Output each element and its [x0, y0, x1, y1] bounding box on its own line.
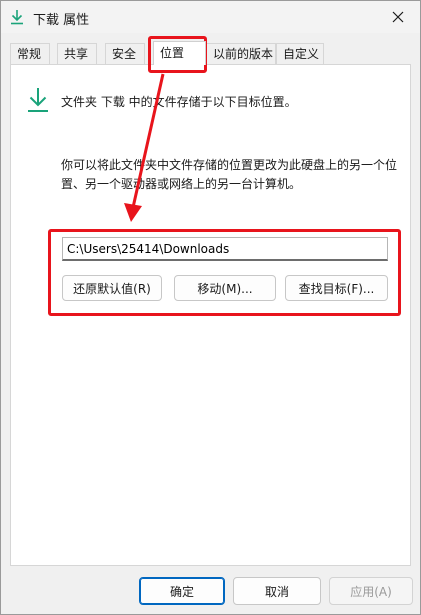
close-button[interactable] — [376, 1, 420, 33]
tab-previous-versions[interactable]: 以前的版本 — [206, 43, 276, 64]
properties-window: 下载 属性 常规 共享 安全 位置 以前的版本 自定义 文件夹 下载 中的文件存… — [0, 0, 421, 615]
apply-button[interactable]: 应用(A) — [329, 577, 413, 605]
location-panel: 文件夹 下载 中的文件存储于以下目标位置。 你可以将此文件夹中文件存储的位置更改… — [10, 64, 411, 566]
tab-general[interactable]: 常规 — [10, 43, 50, 64]
close-icon — [392, 11, 404, 23]
tab-strip: 常规 共享 安全 位置 以前的版本 自定义 — [10, 41, 412, 65]
location-header-text: 文件夹 下载 中的文件存储于以下目标位置。 — [61, 95, 297, 109]
tab-security[interactable]: 安全 — [105, 43, 145, 64]
path-input[interactable] — [62, 237, 388, 261]
tab-sharing[interactable]: 共享 — [57, 43, 97, 64]
cancel-button[interactable]: 取消 — [233, 577, 321, 605]
restore-default-button[interactable]: 还原默认值(R) — [62, 275, 162, 301]
find-target-button[interactable]: 查找目标(F)... — [285, 275, 388, 301]
move-button[interactable]: 移动(M)... — [174, 275, 276, 301]
download-arrow-icon — [10, 9, 24, 25]
ok-button[interactable]: 确定 — [139, 577, 225, 605]
tab-location[interactable]: 位置 — [153, 41, 206, 65]
title-bar[interactable]: 下载 属性 — [1, 1, 420, 33]
window-title: 下载 属性 — [33, 13, 90, 28]
tab-customize[interactable]: 自定义 — [276, 43, 324, 64]
location-description: 你可以将此文件夹中文件存储的位置更改为此硬盘上的另一个位置、另一个驱动器或网络上… — [61, 158, 398, 191]
download-folder-icon — [26, 87, 50, 113]
